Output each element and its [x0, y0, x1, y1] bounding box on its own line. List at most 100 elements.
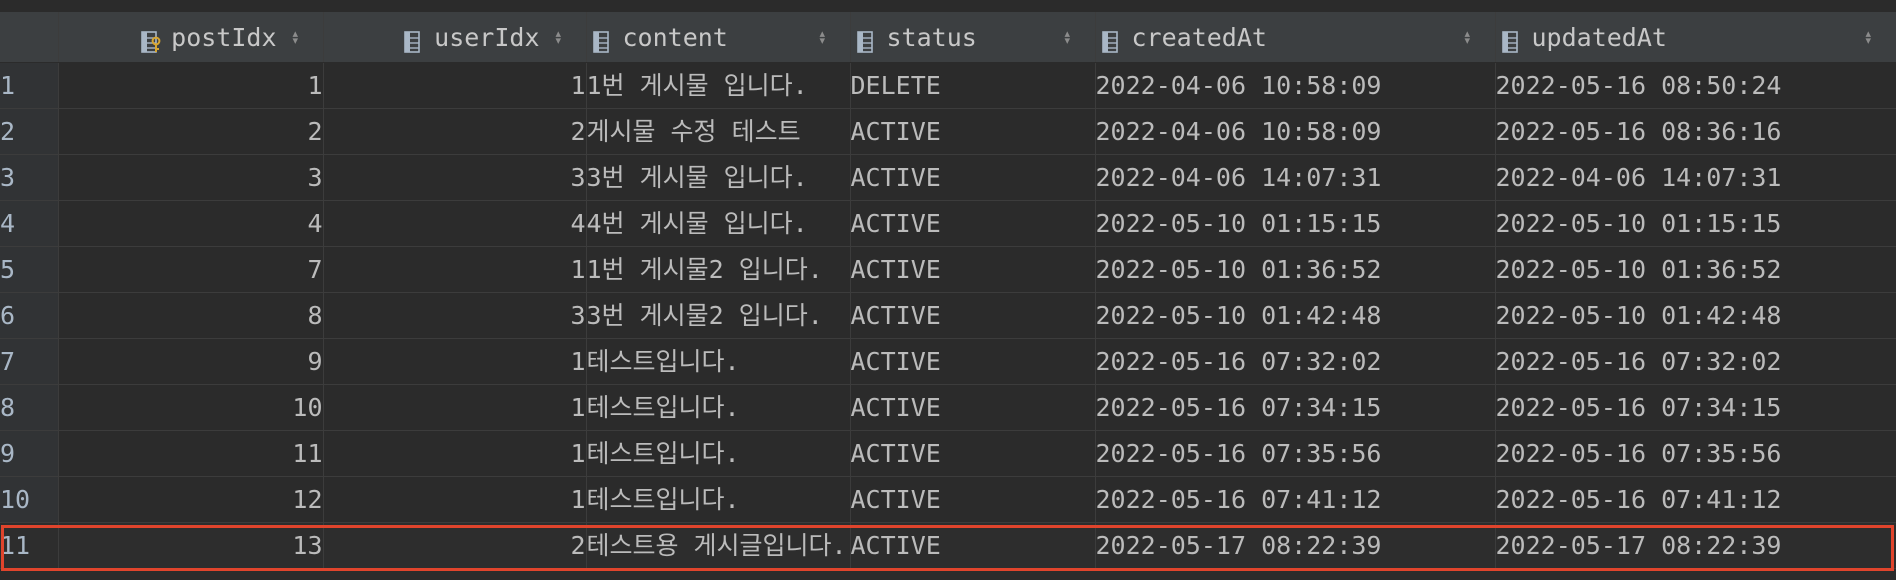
cell-userIdx[interactable]: 3	[323, 154, 587, 201]
cell-content[interactable]: 1번 게시물 입니다.	[586, 62, 851, 109]
sort-arrows-icon[interactable]: ▴ ▾	[820, 28, 830, 46]
table-row[interactable]: 3 3 3 3번 게시물 입니다. ACTIVE 2022-04-06 14:07:31 2…	[0, 154, 1896, 201]
sort-arrows-icon[interactable]: ▴ ▾	[1465, 28, 1475, 46]
cell-content[interactable]: 테스트용 게시글입니다.	[586, 522, 851, 569]
cell-createdAt[interactable]: 2022-05-10 01:42:48	[1095, 292, 1496, 339]
table-row[interactable]: 4 4 4 4번 게시물 입니다. ACTIVE 2022-05-10 01:15:15 2…	[0, 200, 1896, 247]
cell-createdAt[interactable]: 2022-05-17 08:22:39	[1095, 522, 1496, 569]
column-header-status[interactable]: status ▴ ▾	[850, 12, 1096, 63]
cell-status[interactable]: ACTIVE	[850, 200, 1096, 247]
column-header-content: status ▴ ▾	[851, 12, 1095, 62]
table-row[interactable]: 5 7 1 1번 게시물2 입니다. ACTIVE 2022-05-10 01:36:52…	[0, 246, 1896, 293]
cell-content[interactable]: 3번 게시물2 입니다.	[586, 292, 851, 339]
cell-userIdx[interactable]: 1	[323, 430, 587, 477]
table-row[interactable]: 1 1 1 1번 게시물 입니다. DELETE 2022-04-06 10:58:09 2…	[0, 62, 1896, 109]
column-header-userIdx[interactable]: userIdx ▴ ▾	[323, 12, 587, 63]
cell-userIdx[interactable]: 1	[323, 476, 587, 523]
table-row[interactable]: 11 13 2 테스트용 게시글입니다. ACTIVE 2022-05-17 08:22:…	[0, 522, 1896, 569]
cell-status[interactable]: ACTIVE	[850, 154, 1096, 201]
row-number-header	[0, 12, 59, 63]
table-row[interactable]: 8 10 1 테스트입니다. ACTIVE 2022-05-16 07:34:15 2022…	[0, 384, 1896, 431]
cell-createdAt[interactable]: 2022-05-16 07:32:02	[1095, 338, 1496, 385]
cell-content[interactable]: 게시물 수정 테스트	[586, 108, 851, 155]
sort-arrows-icon[interactable]: ▴ ▾	[1065, 28, 1075, 46]
row-number: 2	[0, 108, 59, 155]
cell-userIdx[interactable]: 3	[323, 292, 587, 339]
cell-updatedAt[interactable]: 2022-05-17 08:22:39	[1495, 522, 1896, 569]
cell-postIdx[interactable]: 2	[58, 108, 324, 155]
sort-arrows-icon[interactable]: ▴ ▾	[556, 28, 566, 46]
cell-createdAt[interactable]: 2022-05-16 07:35:56	[1095, 430, 1496, 477]
cell-content[interactable]: 1번 게시물2 입니다.	[586, 246, 851, 293]
cell-userIdx[interactable]: 1	[323, 62, 587, 109]
row-number: 11	[0, 522, 59, 569]
cell-postIdx[interactable]: 8	[58, 292, 324, 339]
cell-updatedAt[interactable]: 2022-05-16 07:34:15	[1495, 384, 1896, 431]
row-number: 3	[0, 154, 59, 201]
cell-status[interactable]: ACTIVE	[850, 292, 1096, 339]
cell-content[interactable]: 테스트입니다.	[586, 476, 851, 523]
cell-content[interactable]: 테스트입니다.	[586, 384, 851, 431]
cell-status[interactable]: DELETE	[850, 62, 1096, 109]
cell-postIdx[interactable]: 7	[58, 246, 324, 293]
column-header-updatedAt[interactable]: updatedAt ▴ ▾	[1495, 12, 1896, 63]
cell-createdAt[interactable]: 2022-05-16 07:41:12	[1095, 476, 1496, 523]
cell-postIdx[interactable]: 1	[58, 62, 324, 109]
cell-createdAt[interactable]: 2022-05-10 01:15:15	[1095, 200, 1496, 247]
cell-content[interactable]: 테스트입니다.	[586, 338, 851, 385]
cell-userIdx[interactable]: 1	[323, 246, 587, 293]
column-header-content: updatedAt ▴ ▾	[1496, 12, 1896, 62]
cell-updatedAt[interactable]: 2022-05-16 08:50:24	[1495, 62, 1896, 109]
column-header-createdAt[interactable]: createdAt ▴ ▾	[1095, 12, 1496, 63]
cell-status[interactable]: ACTIVE	[850, 246, 1096, 293]
cell-postIdx[interactable]: 12	[58, 476, 324, 523]
row-number: 7	[0, 338, 59, 385]
cell-content[interactable]: 3번 게시물 입니다.	[586, 154, 851, 201]
cell-status[interactable]: ACTIVE	[850, 108, 1096, 155]
cell-postIdx[interactable]: 9	[58, 338, 324, 385]
cell-status[interactable]: ACTIVE	[850, 338, 1096, 385]
cell-userIdx[interactable]: 2	[323, 108, 587, 155]
table-row[interactable]: 7 9 1 테스트입니다. ACTIVE 2022-05-16 07:32:02 2022-…	[0, 338, 1896, 385]
cell-postIdx[interactable]: 3	[58, 154, 324, 201]
sort-arrows-icon[interactable]: ▴ ▾	[1866, 28, 1876, 46]
table-row[interactable]: 9 11 1 테스트입니다. ACTIVE 2022-05-16 07:35:56 2022…	[0, 430, 1896, 477]
cell-updatedAt[interactable]: 2022-05-10 01:36:52	[1495, 246, 1896, 293]
cell-postIdx[interactable]: 11	[58, 430, 324, 477]
horizontal-scrollbar[interactable]	[0, 573, 1896, 580]
cell-status[interactable]: ACTIVE	[850, 430, 1096, 477]
cell-createdAt[interactable]: 2022-05-10 01:36:52	[1095, 246, 1496, 293]
cell-userIdx[interactable]: 1	[323, 338, 587, 385]
cell-createdAt[interactable]: 2022-05-16 07:34:15	[1095, 384, 1496, 431]
cell-status[interactable]: ACTIVE	[850, 522, 1096, 569]
cell-createdAt[interactable]: 2022-04-06 10:58:09	[1095, 62, 1496, 109]
cell-content[interactable]: 테스트입니다.	[586, 430, 851, 477]
cell-updatedAt[interactable]: 2022-05-10 01:15:15	[1495, 200, 1896, 247]
cell-status[interactable]: ACTIVE	[850, 384, 1096, 431]
cell-updatedAt[interactable]: 2022-05-16 08:36:16	[1495, 108, 1896, 155]
cell-updatedAt[interactable]: 2022-05-16 07:35:56	[1495, 430, 1896, 477]
cell-userIdx[interactable]: 1	[323, 384, 587, 431]
cell-updatedAt[interactable]: 2022-04-06 14:07:31	[1495, 154, 1896, 201]
cell-userIdx[interactable]: 4	[323, 200, 587, 247]
cell-postIdx[interactable]: 10	[58, 384, 324, 431]
column-icon	[404, 24, 426, 53]
cell-createdAt[interactable]: 2022-04-06 10:58:09	[1095, 108, 1496, 155]
table-row[interactable]: 6 8 3 3번 게시물2 입니다. ACTIVE 2022-05-10 01:42:48…	[0, 292, 1896, 339]
table-row[interactable]: 2 2 2 게시물 수정 테스트 ACTIVE 2022-04-06 10:58:09 20…	[0, 108, 1896, 155]
cell-createdAt[interactable]: 2022-04-06 14:07:31	[1095, 154, 1496, 201]
column-header-content[interactable]: content ▴ ▾	[586, 12, 851, 63]
column-header-content: createdAt ▴ ▾	[1096, 12, 1495, 62]
sort-arrows-icon[interactable]: ▴ ▾	[293, 28, 303, 46]
cell-postIdx[interactable]: 4	[58, 200, 324, 247]
cell-updatedAt[interactable]: 2022-05-16 07:41:12	[1495, 476, 1896, 523]
cell-postIdx[interactable]: 13	[58, 522, 324, 569]
column-icon	[592, 24, 615, 53]
cell-updatedAt[interactable]: 2022-05-16 07:32:02	[1495, 338, 1896, 385]
table-row[interactable]: 10 12 1 테스트입니다. ACTIVE 2022-05-16 07:41:12 202…	[0, 476, 1896, 523]
cell-userIdx[interactable]: 2	[323, 522, 587, 569]
cell-status[interactable]: ACTIVE	[850, 476, 1096, 523]
cell-content[interactable]: 4번 게시물 입니다.	[586, 200, 851, 247]
cell-updatedAt[interactable]: 2022-05-10 01:42:48	[1495, 292, 1896, 339]
column-header-postIdx[interactable]: postIdx ▴ ▾	[58, 12, 324, 63]
